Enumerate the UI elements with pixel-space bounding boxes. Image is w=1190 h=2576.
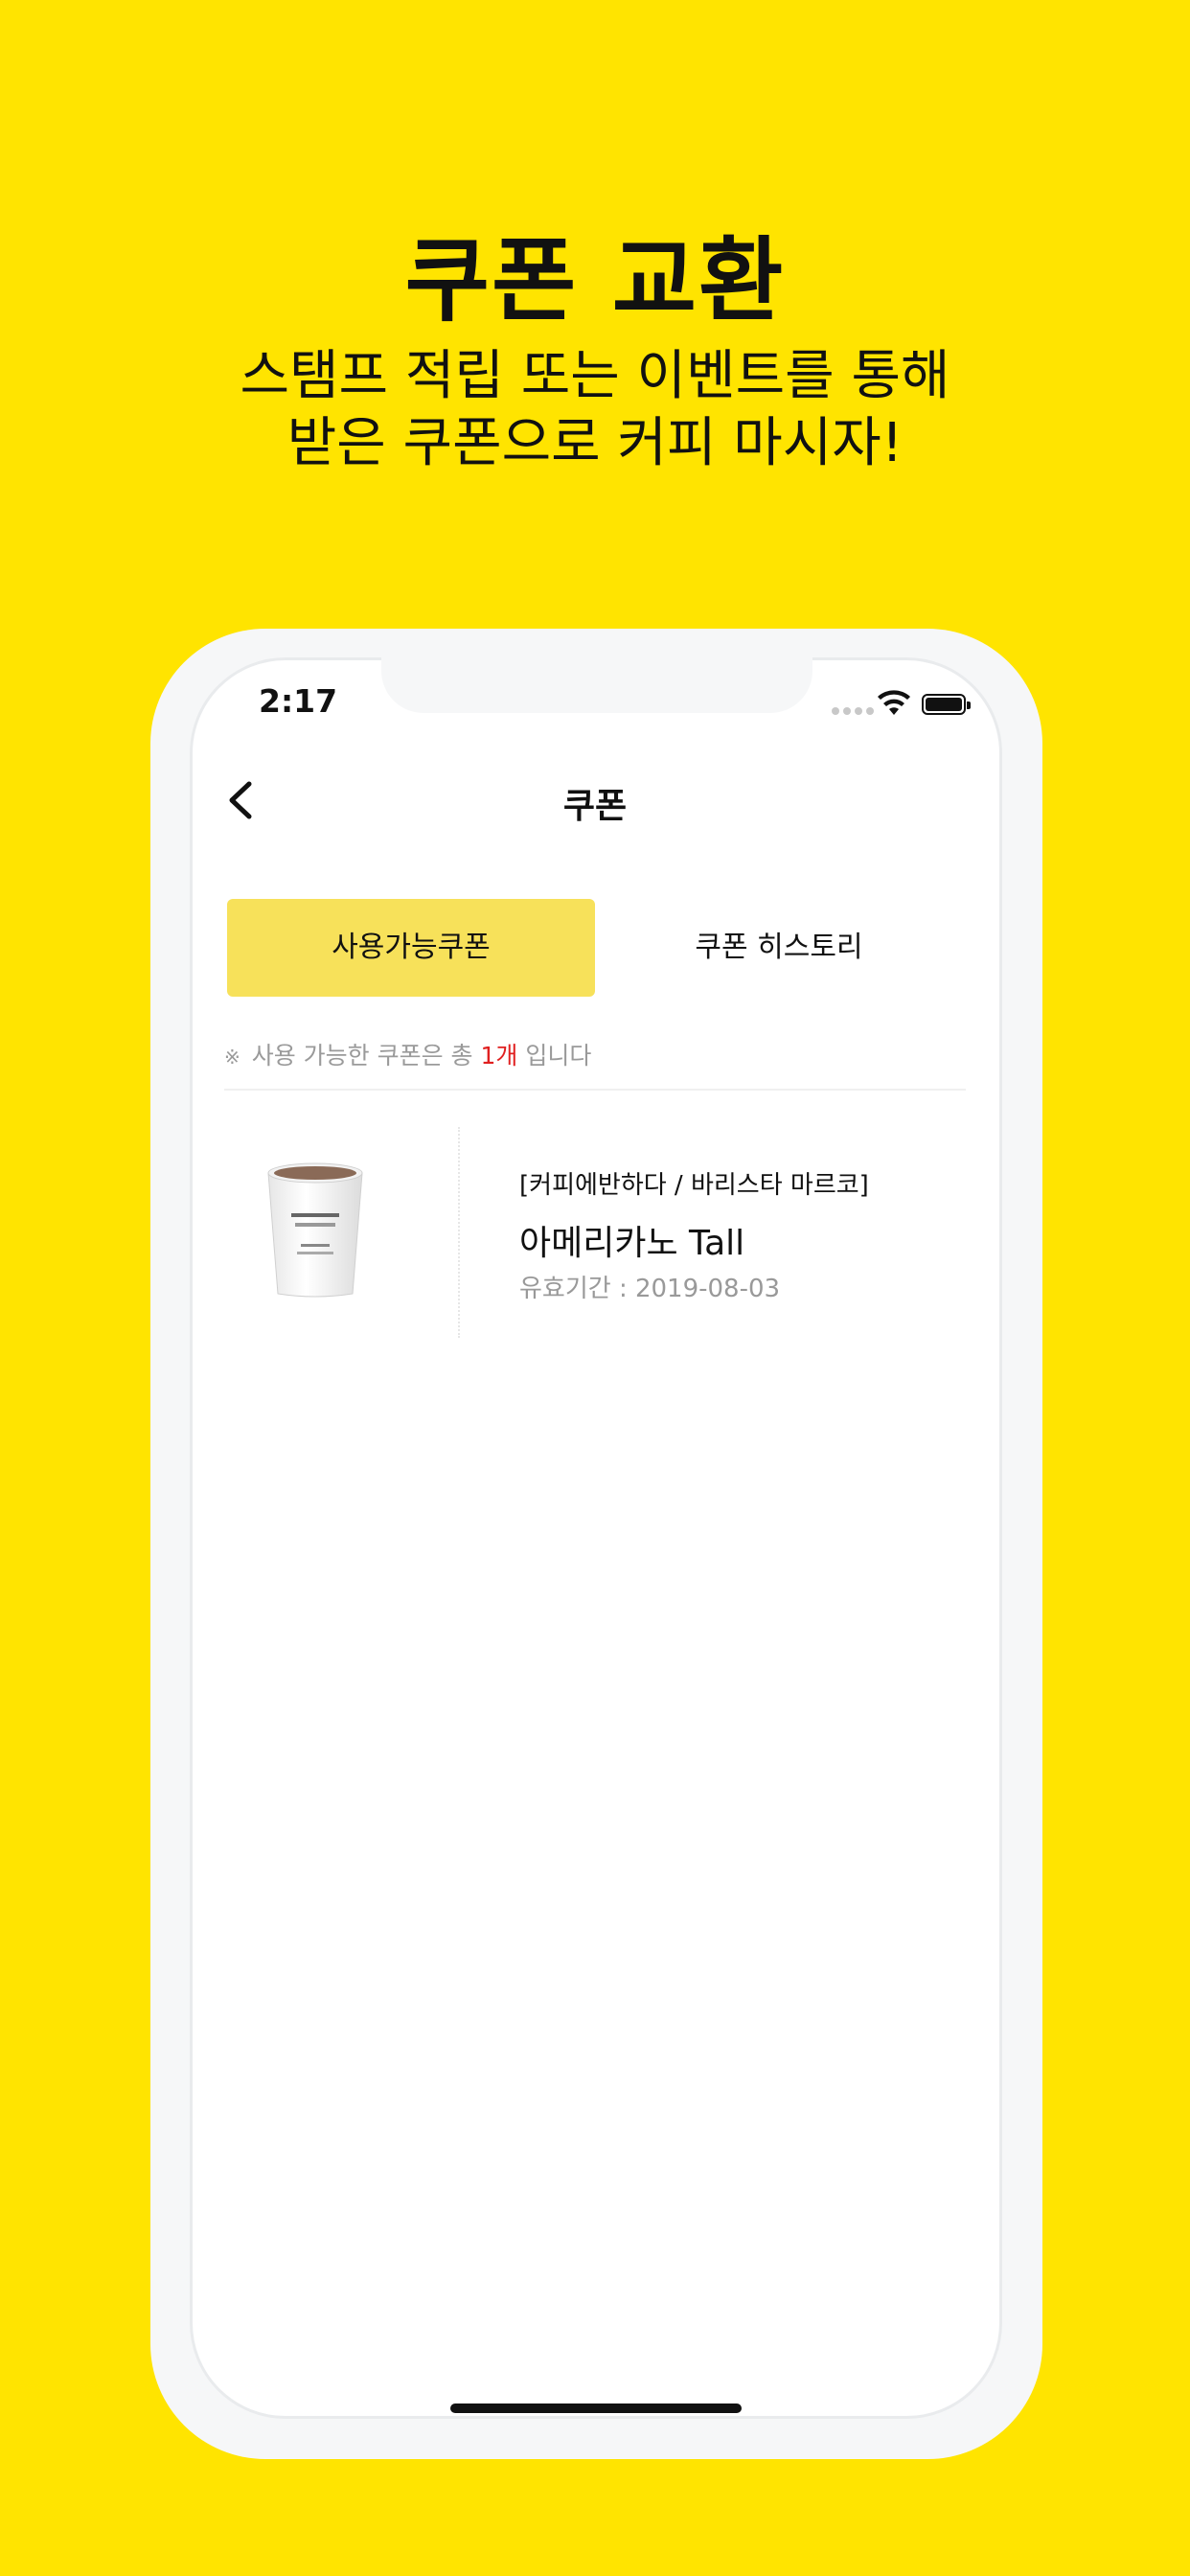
coupon-count-notice: ※ 사용 가능한 쿠폰은 총 1개 입니다 (224, 1037, 591, 1071)
notice-prefix: 사용 가능한 쿠폰은 총 (251, 1042, 473, 1070)
coupon-separator (458, 1127, 460, 1338)
page-title: 쿠폰 (562, 787, 628, 826)
divider (224, 1089, 966, 1091)
promo-headline: 쿠폰 교환 (404, 227, 786, 334)
status-time: 2:17 (259, 682, 338, 720)
promo-subtitle-line-2: 받은 쿠폰으로 커피 마시자! (286, 412, 904, 474)
status-icons (832, 688, 975, 723)
coupon-item[interactable]: [커피에반하다 / 바리스타 마르코] 아메리카노 Tall 유효기간 : 20… (224, 1127, 966, 1338)
signal-icon (832, 707, 874, 715)
tab-coupon-history[interactable]: 쿠폰 히스토리 (595, 899, 963, 997)
coupon-brand: [커피에반하다 / 바리스타 마르코] (519, 1171, 869, 1200)
coupon-name: 아메리카노 Tall (519, 1224, 745, 1263)
battery-icon (922, 694, 971, 715)
wifi-icon (878, 690, 910, 715)
promo-subtitle: 스탬프 적립 또는 이벤트를 통해 받은 쿠폰으로 커피 마시자! (0, 343, 1190, 477)
notice-mark: ※ (224, 1046, 240, 1069)
coffee-cup-image (267, 1162, 363, 1298)
coupon-count: 1개 (480, 1042, 518, 1070)
coupon-expiry: 유효기간 : 2019-08-03 (519, 1275, 781, 1303)
tab-available-coupons[interactable]: 사용가능쿠폰 (227, 899, 595, 997)
promo-subtitle-line-1: 스탬프 적립 또는 이벤트를 통해 (240, 345, 950, 407)
notice-suffix: 입니다 (525, 1042, 592, 1070)
home-indicator (450, 2404, 742, 2413)
phone-notch (381, 657, 812, 713)
